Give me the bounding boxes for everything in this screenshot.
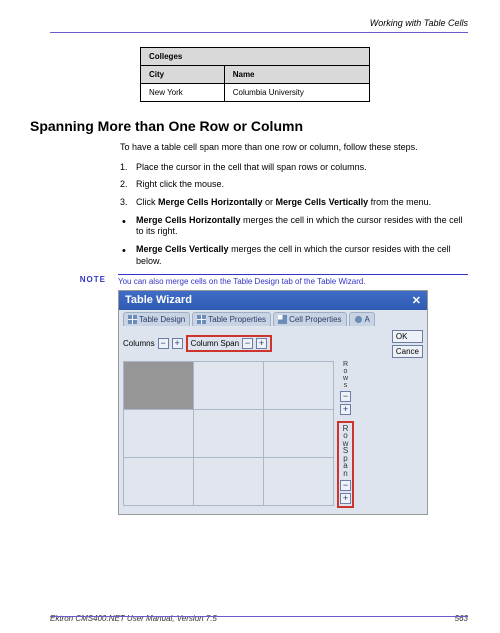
bullet-icon: • — [122, 215, 126, 229]
page-footer: Ektron CMS400.NET User Manual, Version 7… — [50, 614, 468, 623]
table-col2-header: Name — [224, 66, 369, 84]
table-wizard-screenshot: Table Wizard ✕ Table Design Table Proper… — [118, 290, 428, 515]
intro-paragraph: To have a table cell span more than one … — [120, 142, 468, 154]
step-number: 3. — [120, 197, 128, 209]
column-span-plus-button[interactable]: + — [256, 338, 267, 349]
step-3: 3. Click Merge Cells Horizontally or Mer… — [120, 197, 468, 209]
columns-group: Columns − + Column Span − + — [123, 335, 272, 352]
top-controls: Columns − + Column Span − + OK Cance — [123, 330, 423, 358]
grid-cell[interactable] — [194, 457, 264, 505]
tab-label: Cell Properties — [289, 315, 341, 324]
table-row1-col1: New York — [141, 84, 225, 102]
note-label: NOTE — [50, 274, 106, 284]
rows-minus-button[interactable]: − — [340, 391, 351, 402]
section-heading: Spanning More than One Row or Column — [30, 118, 468, 134]
step-text-c: or — [263, 197, 276, 207]
step-text: Place the cursor in the cell that will s… — [136, 162, 367, 172]
accessibility-icon — [354, 315, 363, 324]
table-col1-header: City — [141, 66, 225, 84]
tab-table-design[interactable]: Table Design — [123, 312, 190, 326]
step-text: Right click the mouse. — [136, 179, 224, 189]
grid-cell-selected[interactable] — [124, 361, 194, 409]
bullet-icon: • — [122, 244, 126, 258]
grid-cell[interactable] — [194, 361, 264, 409]
footer-rule — [50, 616, 468, 617]
grid-icon — [128, 315, 137, 324]
grid-cell[interactable] — [264, 361, 334, 409]
step-2: 2. Right click the mouse. — [120, 179, 468, 191]
grid-cell[interactable] — [124, 457, 194, 505]
note-block: NOTE You can also merge cells on the Tab… — [50, 274, 468, 286]
step-1: 1. Place the cursor in the cell that wil… — [120, 162, 468, 174]
rows-plus-button[interactable]: + — [340, 404, 351, 415]
row-span-group: R o w S p a n − + — [337, 421, 354, 508]
tab-table-properties[interactable]: Table Properties — [192, 312, 271, 326]
grid-cell[interactable] — [264, 457, 334, 505]
example-table: Colleges City Name New York Columbia Uni… — [140, 47, 370, 102]
bullet-1: • Merge Cells Horizontally merges the ce… — [120, 215, 468, 238]
bullet-1-bold: Merge Cells Horizontally — [136, 215, 241, 225]
tab-accessibility[interactable]: A — [349, 312, 375, 326]
table-row1-col2: Columbia University — [224, 84, 369, 102]
bullet-list: • Merge Cells Horizontally merges the ce… — [120, 215, 468, 268]
tab-label: Table Properties — [208, 315, 266, 324]
column-span-label: Column Span — [191, 339, 239, 348]
row-span-minus-button[interactable]: − — [340, 480, 351, 491]
note-text: You can also merge cells on the Table De… — [118, 274, 468, 286]
wizard-body: Columns − + Column Span − + OK Cance — [119, 326, 427, 514]
column-span-group: Column Span − + — [186, 335, 272, 352]
step-number: 1. — [120, 162, 128, 174]
running-header: Working with Table Cells — [50, 18, 468, 28]
header-rule — [50, 32, 468, 33]
step-text-b: Merge Cells Horizontally — [158, 197, 263, 207]
design-grid[interactable] — [123, 361, 334, 506]
column-span-minus-button[interactable]: − — [242, 338, 253, 349]
rows-label: R o w s — [343, 361, 348, 389]
tab-label: A — [365, 315, 370, 324]
dialog-buttons: OK Cance — [392, 330, 423, 358]
wizard-title: Table Wizard — [125, 294, 192, 306]
grid-cell[interactable] — [264, 409, 334, 457]
cell-icon — [278, 315, 287, 324]
row-span-label: R o w S p a n — [343, 425, 349, 478]
step-text-d: Merge Cells Vertically — [276, 197, 369, 207]
grid-icon — [197, 315, 206, 324]
grid-cell[interactable] — [194, 409, 264, 457]
step-text-a: Click — [136, 197, 158, 207]
grid-cell[interactable] — [124, 409, 194, 457]
tab-cell-properties[interactable]: Cell Properties — [273, 312, 346, 326]
bullet-2-bold: Merge Cells Vertically — [136, 244, 229, 254]
wizard-titlebar: Table Wizard ✕ — [119, 291, 427, 310]
step-number: 2. — [120, 179, 128, 191]
wizard-tabs: Table Design Table Properties Cell Prope… — [119, 310, 427, 326]
cancel-button[interactable]: Cance — [392, 345, 423, 358]
ok-button[interactable]: OK — [392, 330, 423, 343]
rows-panel: R o w s − + R o w S p a n − + — [337, 361, 354, 508]
grid-area: R o w s − + R o w S p a n − + — [123, 361, 423, 508]
row-span-plus-button[interactable]: + — [340, 493, 351, 504]
page: Working with Table Cells Colleges City N… — [0, 0, 500, 633]
step-list: 1. Place the cursor in the cell that wil… — [120, 162, 468, 209]
bullet-2: • Merge Cells Vertically merges the cell… — [120, 244, 468, 267]
table-merged-header: Colleges — [141, 48, 370, 66]
tab-label: Table Design — [139, 315, 185, 324]
columns-label: Columns — [123, 339, 155, 348]
close-icon[interactable]: ✕ — [412, 294, 421, 307]
columns-minus-button[interactable]: − — [158, 338, 169, 349]
step-text-e: from the menu. — [368, 197, 431, 207]
columns-plus-button[interactable]: + — [172, 338, 183, 349]
